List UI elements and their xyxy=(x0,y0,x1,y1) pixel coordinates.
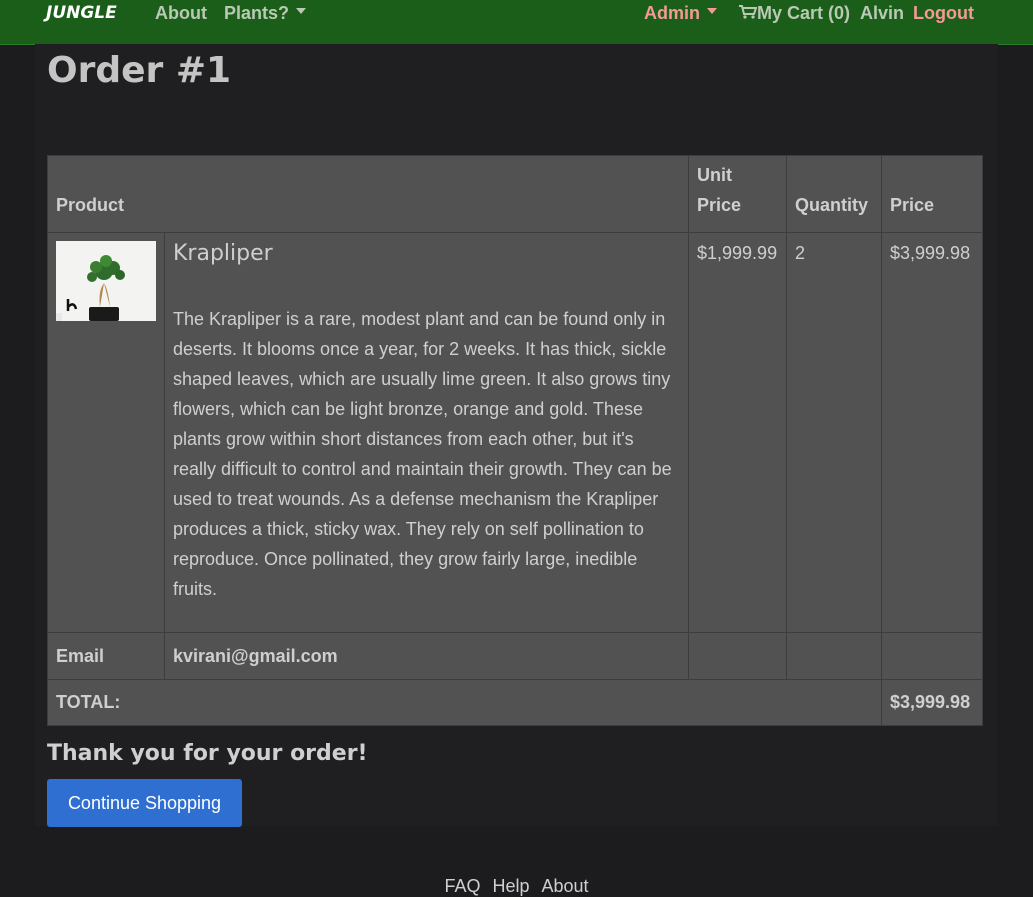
price-cell: $3,999.98 xyxy=(881,232,983,633)
chevron-down-icon xyxy=(707,8,717,15)
column-header-product: Product xyxy=(47,155,689,233)
total-row: TOTAL: $3,999.98 xyxy=(47,679,983,726)
nav-cart-link[interactable]: My Cart (0) xyxy=(739,3,850,24)
order-table: Product Unit Price Quantity Price Krapli… xyxy=(47,155,983,726)
brand-logo[interactable]: JUNGLE xyxy=(46,3,117,23)
nav-about-link[interactable]: About xyxy=(155,3,207,24)
total-label: TOTAL: xyxy=(47,679,882,726)
footer-help-link[interactable]: Help xyxy=(492,876,529,896)
continue-shopping-button[interactable]: Continue Shopping xyxy=(47,779,242,827)
empty-cell xyxy=(688,632,787,680)
email-row: Email kvirani@gmail.com xyxy=(47,632,983,680)
page-title: Order #1 xyxy=(47,50,232,91)
product-description: The Krapliper is a rare, modest plant an… xyxy=(173,309,672,599)
empty-cell xyxy=(786,632,882,680)
nav-user-name: Alvin xyxy=(860,3,905,23)
column-header-unit-price: Unit Price xyxy=(688,155,787,233)
empty-cell xyxy=(881,632,983,680)
price-value: $3,999.98 xyxy=(890,243,971,263)
footer-about-link[interactable]: About xyxy=(542,876,589,896)
footer: FAQ Help About xyxy=(0,876,1033,897)
nav-plants-label: Plants? xyxy=(224,3,290,23)
email-value: kvirani@gmail.com xyxy=(164,632,689,680)
nav-admin-dropdown[interactable]: Admin xyxy=(644,3,717,24)
quantity-value: 2 xyxy=(795,243,806,263)
email-label: Email xyxy=(47,632,165,680)
unit-price-cell: $1,999.99 xyxy=(688,232,787,633)
total-value: $3,999.98 xyxy=(881,679,983,726)
product-image[interactable] xyxy=(56,241,156,321)
chevron-down-icon xyxy=(296,8,307,15)
plant-thumbnail-icon xyxy=(56,241,156,321)
nav-logout-link[interactable]: Logout xyxy=(913,3,974,24)
nav-cart-label: My Cart (0) xyxy=(757,3,851,23)
footer-faq-link[interactable]: FAQ xyxy=(444,876,480,896)
thank-you-message: Thank you for your order! xyxy=(47,741,368,766)
top-navbar: JUNGLE About Plants? Admin My Cart (0) A… xyxy=(0,0,1033,45)
table-header-row: Product Unit Price Quantity Price xyxy=(47,155,983,233)
product-name[interactable]: Krapliper xyxy=(173,241,680,266)
shopping-cart-icon xyxy=(739,5,757,19)
quantity-cell: 2 xyxy=(786,232,882,633)
nav-plants-dropdown[interactable]: Plants? xyxy=(224,3,307,24)
product-image-cell xyxy=(47,232,165,633)
column-header-price: Price xyxy=(881,155,983,233)
nav-admin-label: Admin xyxy=(644,3,700,23)
unit-price-value: $1,999.99 xyxy=(697,243,778,263)
column-header-quantity: Quantity xyxy=(786,155,882,233)
product-details-cell: Krapliper The Krapliper is a rare, modes… xyxy=(164,232,689,633)
table-row: Krapliper The Krapliper is a rare, modes… xyxy=(47,232,983,633)
